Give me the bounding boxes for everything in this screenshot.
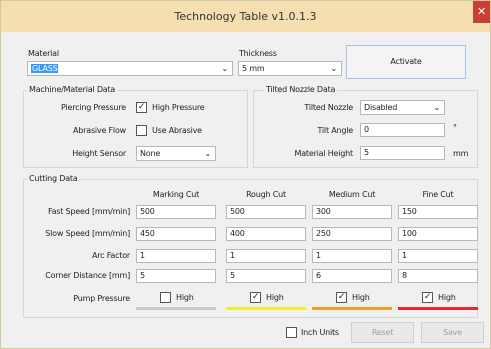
cutting-value-input[interactable]: 8 bbox=[398, 269, 478, 283]
save-button[interactable]: Save bbox=[421, 322, 484, 343]
cutting-value-input[interactable]: 400 bbox=[226, 227, 306, 241]
abrasive-flow-label: Abrasive Flow bbox=[73, 126, 126, 135]
pump-high-checkbox[interactable]: ✓ bbox=[336, 292, 347, 303]
technology-table-window: Technology Table v1.0.1.3 ✕ Material GLA… bbox=[0, 0, 491, 349]
tilt-angle-label: Tilt Angle bbox=[317, 126, 353, 135]
check-icon: ✓ bbox=[423, 292, 432, 302]
mm-unit: mm bbox=[453, 149, 469, 158]
row-label: Corner Distance [mm] bbox=[45, 271, 130, 280]
cutting-value-input[interactable]: 6 bbox=[312, 269, 392, 283]
inch-units-checkbox[interactable] bbox=[286, 327, 297, 338]
cutting-value-input[interactable]: 1 bbox=[136, 249, 216, 263]
check-icon: ✓ bbox=[337, 292, 346, 302]
tilted-nozzle-label: Tilted Nozzle bbox=[304, 103, 353, 112]
tilted-nozzle-select[interactable]: Disabled ⌄ bbox=[360, 100, 445, 115]
cutting-value-input[interactable]: 500 bbox=[226, 205, 306, 219]
height-sensor-select[interactable]: None ⌄ bbox=[136, 146, 216, 161]
material-height-label: Material Height bbox=[294, 149, 354, 158]
nozzle-group-title: Tilted Nozzle Data bbox=[264, 85, 338, 94]
cutting-value-input[interactable]: 450 bbox=[136, 227, 216, 241]
tilted-nozzle-value: Disabled bbox=[364, 103, 398, 112]
close-icon[interactable]: ✕ bbox=[473, 1, 490, 23]
thickness-select[interactable]: 5 mm ⌄ bbox=[238, 61, 342, 76]
activate-button[interactable]: Activate bbox=[346, 45, 466, 79]
chevron-down-icon: ⌄ bbox=[221, 64, 228, 73]
row-label: Slow Speed [mm/min] bbox=[45, 229, 130, 238]
tilt-angle-input[interactable]: 0 bbox=[360, 123, 445, 137]
cutting-value-input[interactable]: 500 bbox=[136, 205, 216, 219]
pump-high-checkbox[interactable]: ✓ bbox=[422, 292, 433, 303]
pump-color-bar bbox=[136, 307, 216, 310]
pump-pressure-label: Pump Pressure bbox=[73, 294, 130, 303]
chevron-down-icon: ⌄ bbox=[330, 64, 337, 73]
column-header: Fine Cut bbox=[422, 190, 454, 199]
pump-color-bar bbox=[398, 307, 478, 310]
column-header: Marking Cut bbox=[152, 190, 200, 199]
check-icon: ✓ bbox=[251, 292, 260, 302]
pump-high-label: High bbox=[266, 293, 284, 302]
cutting-value-input[interactable]: 1 bbox=[398, 249, 478, 263]
material-value: GLASS bbox=[31, 64, 59, 73]
title-bar: Technology Table v1.0.1.3 ✕ bbox=[1, 1, 490, 32]
reset-button[interactable]: Reset bbox=[351, 322, 414, 343]
piercing-pressure-label: Piercing Pressure bbox=[61, 103, 126, 112]
pump-color-bar bbox=[312, 307, 392, 310]
inch-units-label: Inch Units bbox=[301, 328, 339, 337]
cutting-value-input[interactable]: 250 bbox=[312, 227, 392, 241]
cutting-value-input[interactable]: 1 bbox=[312, 249, 392, 263]
pump-high-checkbox[interactable]: ✓ bbox=[250, 292, 261, 303]
thickness-label: Thickness bbox=[239, 49, 277, 58]
use-abrasive-checkbox[interactable] bbox=[136, 125, 147, 136]
material-height-input[interactable]: 5 bbox=[360, 146, 445, 160]
row-label: Fast Speed [mm/min] bbox=[47, 207, 130, 216]
machine-group-title: Machine/Material Data bbox=[27, 85, 118, 94]
material-select[interactable]: GLASS ⌄ bbox=[27, 61, 233, 76]
cutting-value-input[interactable]: 300 bbox=[312, 205, 392, 219]
material-label: Material bbox=[28, 49, 59, 58]
pump-color-bar bbox=[226, 307, 306, 310]
chevron-down-icon: ⌄ bbox=[433, 103, 440, 112]
use-abrasive-label: Use Abrasive bbox=[152, 126, 202, 135]
pump-high-label: High bbox=[352, 293, 370, 302]
pump-high-label: High bbox=[438, 293, 456, 302]
height-sensor-label: Height Sensor bbox=[72, 149, 126, 158]
check-icon: ✓ bbox=[137, 102, 146, 112]
cutting-value-input[interactable]: 5 bbox=[136, 269, 216, 283]
degree-unit: ° bbox=[453, 123, 457, 132]
pump-high-label: High bbox=[176, 293, 194, 302]
height-sensor-value: None bbox=[140, 149, 161, 158]
row-label: Arc Factor bbox=[91, 251, 130, 260]
chevron-down-icon: ⌄ bbox=[204, 149, 211, 158]
pump-high-checkbox[interactable] bbox=[160, 292, 171, 303]
cutting-value-input[interactable]: 100 bbox=[398, 227, 478, 241]
window-title: Technology Table v1.0.1.3 bbox=[174, 10, 317, 23]
cutting-group-title: Cutting Data bbox=[27, 174, 80, 183]
thickness-value: 5 mm bbox=[242, 64, 265, 73]
cutting-value-input[interactable]: 5 bbox=[226, 269, 306, 283]
cutting-value-input[interactable]: 150 bbox=[398, 205, 478, 219]
cutting-value-input[interactable]: 1 bbox=[226, 249, 306, 263]
high-pressure-checkbox[interactable]: ✓ bbox=[136, 102, 147, 113]
column-header: Rough Cut bbox=[246, 190, 286, 199]
column-header: Medium Cut bbox=[328, 190, 376, 199]
high-pressure-label: High Pressure bbox=[152, 103, 205, 112]
